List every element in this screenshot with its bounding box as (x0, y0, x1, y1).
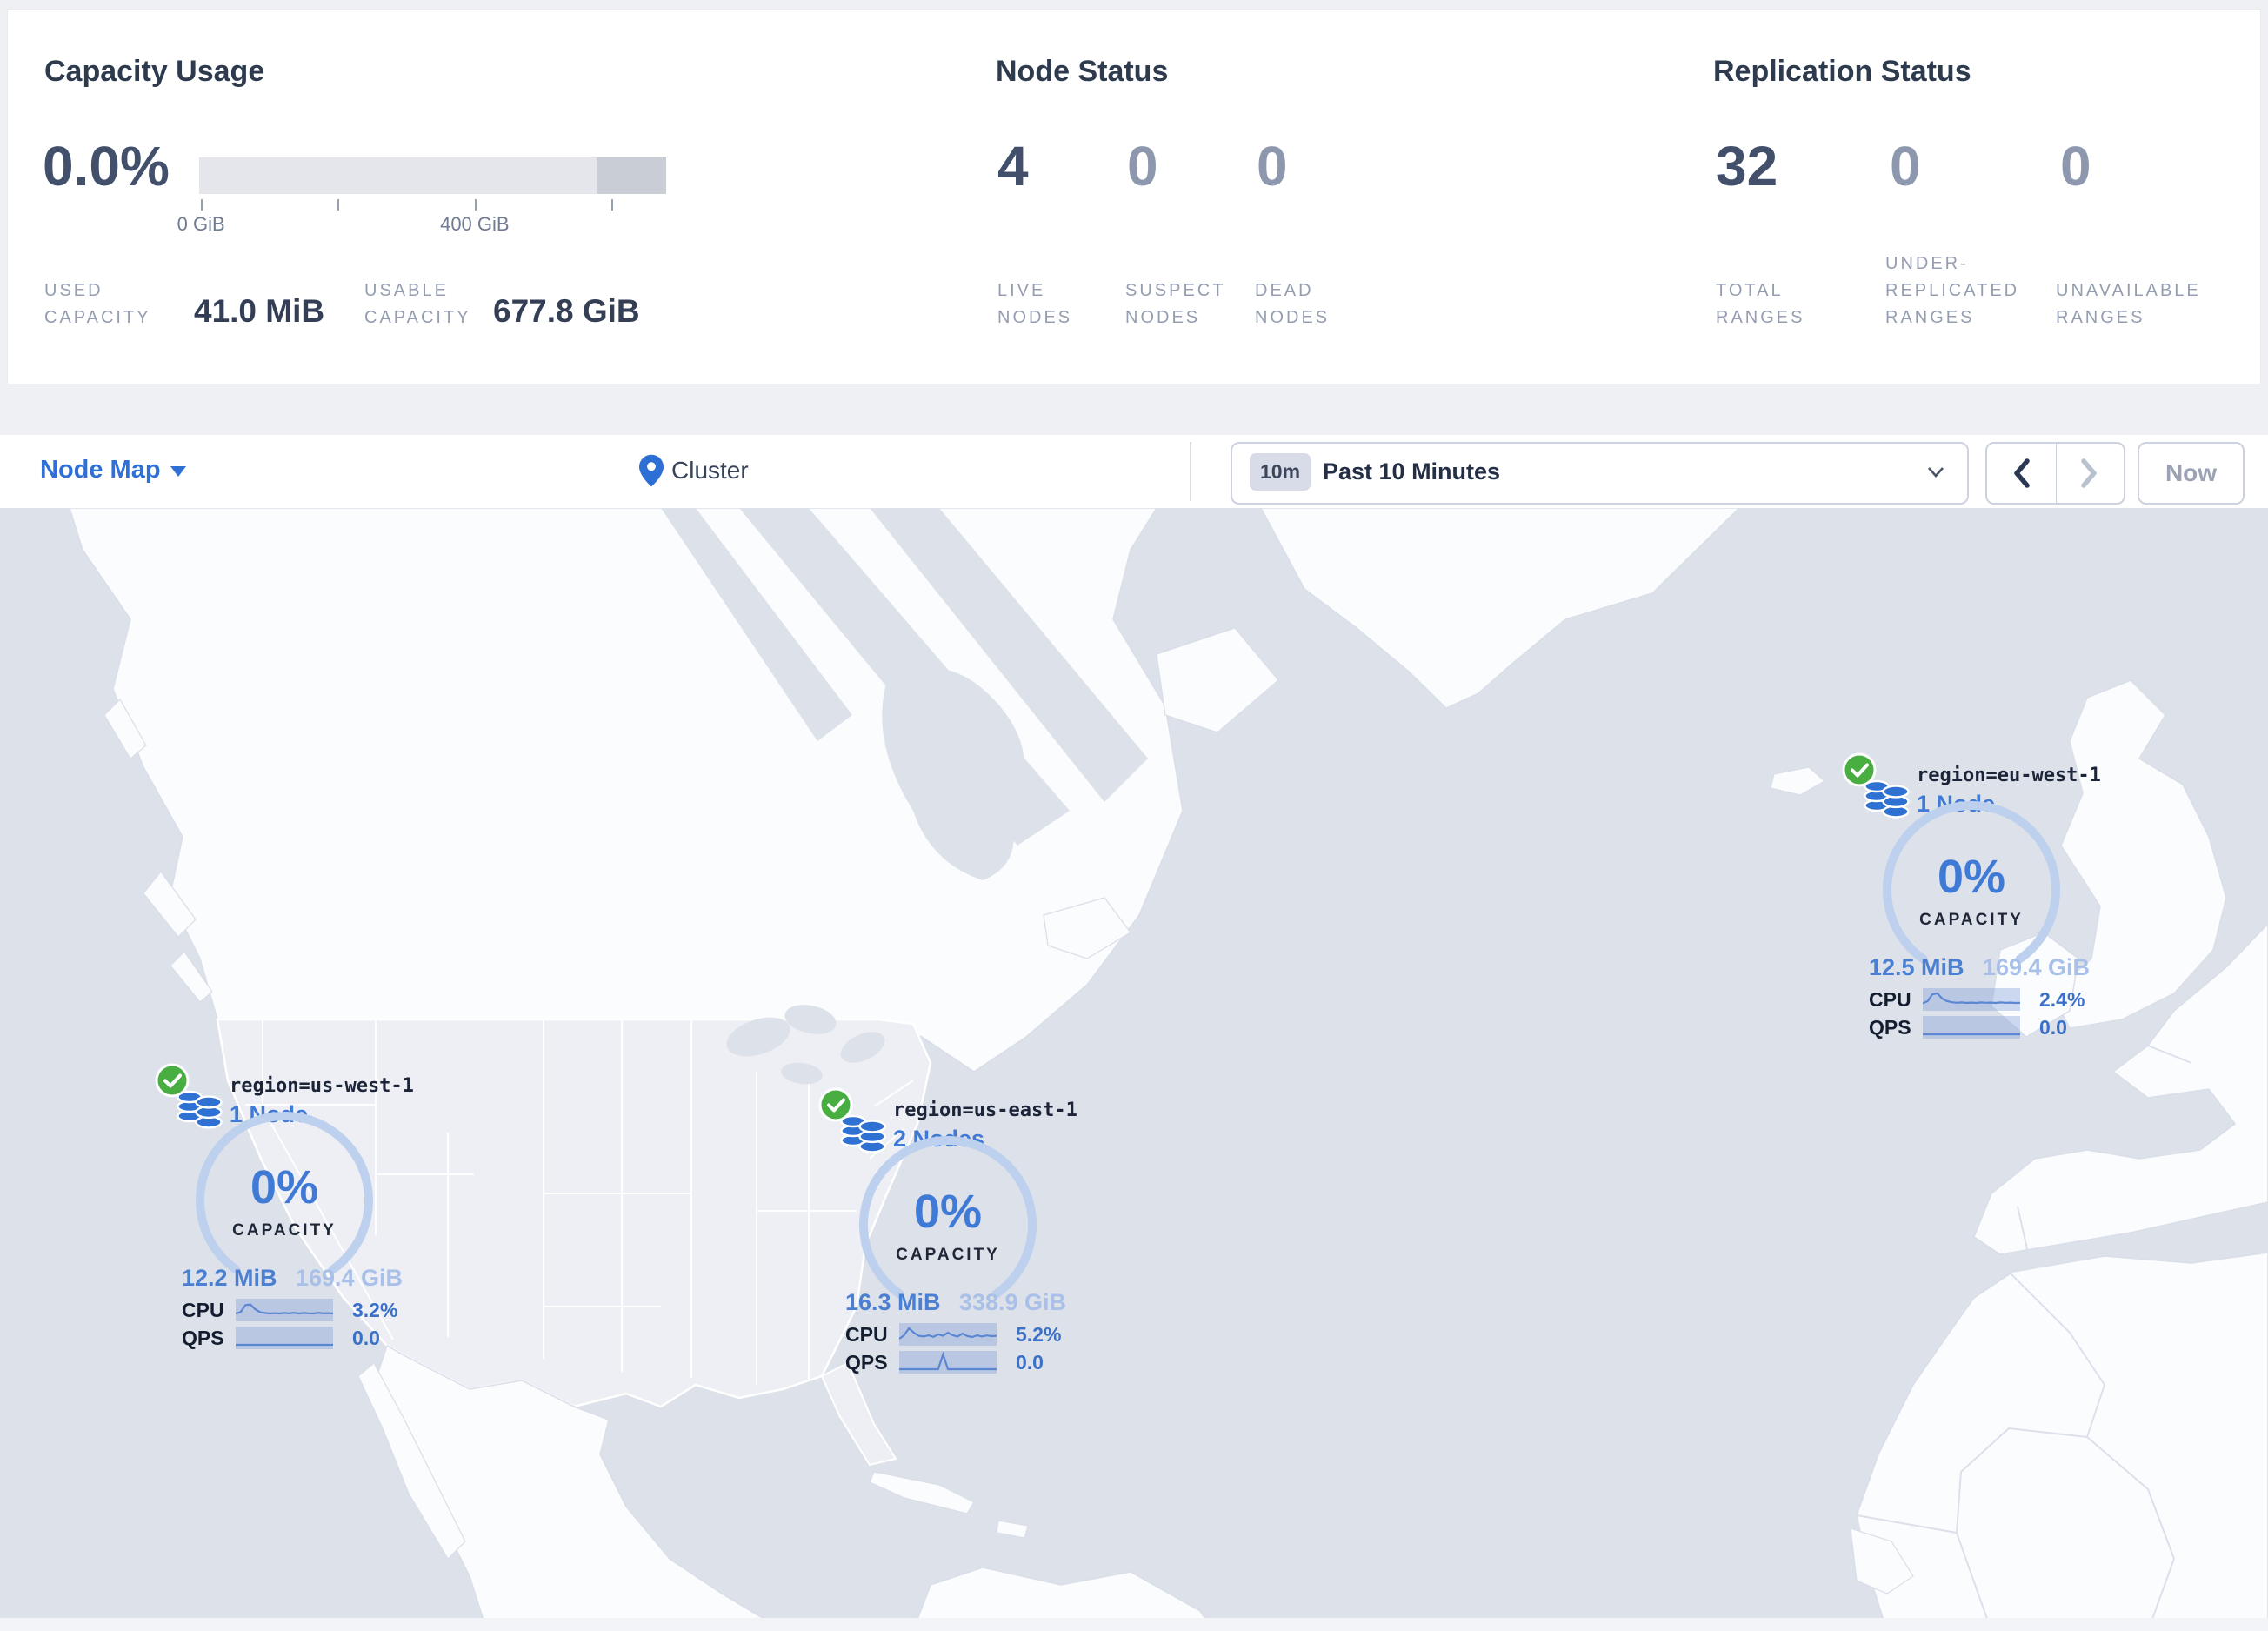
map-pin-icon (639, 454, 664, 487)
under-replicated-count: 0 (1890, 135, 1921, 197)
cpu-value: 5.2% (1016, 1322, 1062, 1346)
qps-label: QPS (182, 1326, 224, 1349)
cpu-value: 3.2% (352, 1298, 398, 1321)
usable-capacity-label: USABLE CAPACITY (364, 281, 471, 327)
total-ranges-label: TOTAL RANGES (1716, 281, 1805, 327)
region-marker-us-west-1[interactable]: region=us-west-1 1 Node 0% CAPACITY 12.2… (145, 1018, 424, 1366)
chevron-down-icon (170, 466, 186, 477)
cpu-sparkline (1922, 988, 2021, 1011)
dead-nodes-count: 0 (1257, 135, 1288, 197)
map-toolbar: Node Map Cluster 10m Past 10 Minutes Now (0, 435, 2268, 509)
live-nodes-label: LIVE NODES (997, 281, 1073, 327)
unavailable-count: 0 (2060, 135, 2091, 197)
used-capacity-value: 41.0 MiB (194, 293, 325, 329)
qps-label: QPS (1869, 1015, 1911, 1039)
capacity-axis-tick (201, 199, 203, 211)
region-used-capacity: 16.3 MiB (845, 1289, 941, 1315)
capacity-axis-tick-label: 0 GiB (177, 213, 225, 235)
qps-value: 0.0 (352, 1326, 380, 1349)
cpu-label: CPU (182, 1298, 224, 1321)
dead-nodes-label: DEAD NODES (1255, 281, 1331, 327)
unavailable-label: UNAVAILABLE RANGES (2056, 281, 2201, 327)
chevron-left-icon (2014, 458, 2030, 488)
total-ranges-count: 32 (1716, 135, 1778, 197)
view-selector-node-map[interactable]: Node Map (40, 456, 161, 485)
qps-value: 0.0 (2039, 1015, 2067, 1039)
region-name: region=eu-west-1 (1917, 765, 2101, 786)
region-used-capacity: 12.2 MiB (182, 1265, 277, 1291)
capacity-axis-tick-label: 400 GiB (440, 213, 510, 235)
toolbar-divider (1190, 442, 1191, 501)
region-capacity-label: CAPACITY (232, 1221, 337, 1240)
qps-sparkline (899, 1351, 997, 1374)
region-capacity-percent: 0% (250, 1161, 319, 1213)
region-capacity-label: CAPACITY (1919, 911, 2024, 929)
cluster-summary-band: Capacity Usage 0.0% 0 GiB 400 GiB USED CA… (7, 9, 2261, 384)
cpu-value: 2.4% (2039, 987, 2085, 1011)
breadcrumb-cluster[interactable]: Cluster (671, 457, 749, 485)
capacity-bar-axis: 0 GiB 400 GiB (177, 196, 666, 239)
cockroachdb-cluster-overview: Capacity Usage 0.0% 0 GiB 400 GiB USED CA… (0, 0, 2268, 1631)
time-range-dropdown[interactable]: 10m Past 10 Minutes (1231, 442, 1969, 505)
region-name: region=us-west-1 (230, 1075, 414, 1097)
time-range-label: Past 10 Minutes (1323, 458, 1501, 485)
suspect-nodes-label: SUSPECT NODES (1125, 281, 1226, 327)
cpu-label: CPU (1869, 987, 1911, 1011)
prev-time-window-button[interactable] (1987, 444, 2057, 503)
bottom-scrollbar-track[interactable] (0, 1618, 2268, 1631)
under-replicated-label: UNDER- REPLICATED RANGES (1885, 254, 2020, 327)
cpu-sparkline (898, 1323, 997, 1346)
qps-sparkline (236, 1327, 333, 1349)
region-capacity-label: CAPACITY (896, 1246, 1000, 1264)
qps-value: 0.0 (1016, 1350, 1044, 1374)
node-status-title: Node Status (996, 55, 1169, 88)
cpu-label: CPU (845, 1322, 888, 1346)
now-button[interactable]: Now (2138, 442, 2245, 505)
used-capacity-label: USED CAPACITY (44, 281, 151, 327)
capacity-axis-tick (474, 199, 477, 211)
capacity-usage-title: Capacity Usage (44, 55, 265, 88)
region-usable-capacity: 338.9 GiB (958, 1289, 1066, 1315)
region-name: region=us-east-1 (893, 1100, 1077, 1121)
time-range-badge: 10m (1250, 453, 1311, 491)
region-used-capacity: 12.5 MiB (1869, 954, 1964, 980)
capacity-bar (199, 157, 666, 194)
suspect-nodes-count: 0 (1127, 135, 1158, 197)
capacity-used-percent: 0.0% (43, 135, 170, 197)
capacity-bar-reserved-segment (597, 157, 666, 194)
usable-capacity-value: 677.8 GiB (493, 293, 640, 329)
chevron-right-icon (2081, 458, 2097, 488)
chevron-down-icon (1928, 467, 1944, 478)
region-marker-us-east-1[interactable]: region=us-east-1 2 Nodes 0% CAPACITY 16.… (809, 1042, 1087, 1390)
region-capacity-percent: 0% (913, 1186, 983, 1238)
qps-sparkline (1923, 1016, 2020, 1039)
time-window-nav (1985, 442, 2125, 505)
live-nodes-count: 4 (997, 135, 1029, 197)
qps-label: QPS (845, 1350, 888, 1374)
region-marker-eu-west-1[interactable]: region=eu-west-1 1 Node 0% CAPACITY 12.5… (1832, 707, 2111, 1055)
region-capacity-percent: 0% (1937, 851, 2006, 903)
replication-status-title: Replication Status (1713, 55, 1971, 88)
region-usable-capacity: 169.4 GiB (295, 1265, 403, 1291)
cpu-sparkline (235, 1299, 334, 1321)
capacity-axis-tick (337, 199, 339, 211)
region-usable-capacity: 169.4 GiB (1982, 954, 2090, 980)
next-time-window-button[interactable] (2056, 444, 2125, 503)
capacity-axis-tick (611, 199, 614, 211)
